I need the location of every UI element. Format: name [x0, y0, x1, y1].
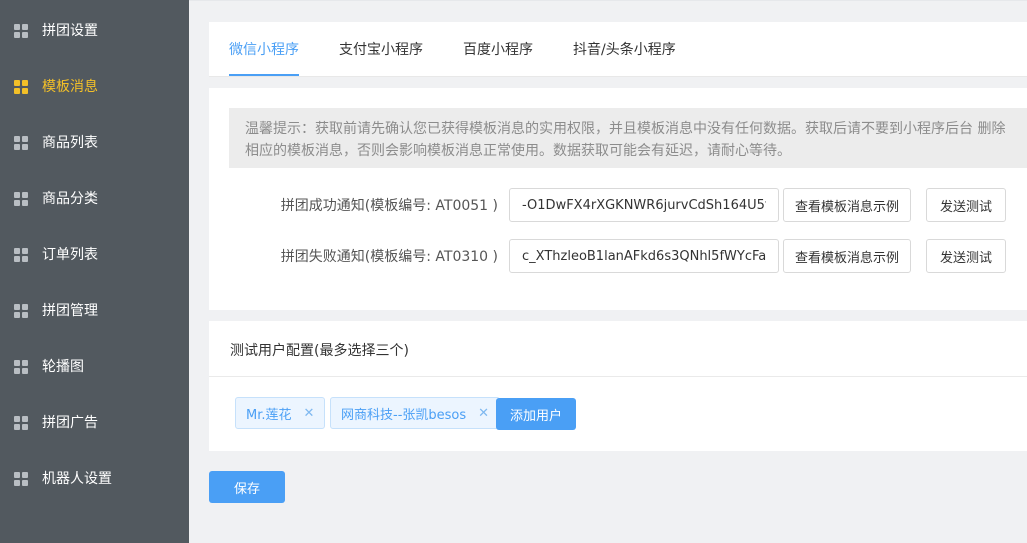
sidebar-item-robot-settings[interactable]: 机器人设置	[0, 450, 189, 506]
sidebar-item-group-ads[interactable]: 拼团广告	[0, 394, 189, 450]
sidebar-item-label: 拼团设置	[42, 23, 98, 39]
grid-icon	[14, 360, 28, 374]
template-label: 拼团成功通知(模板编号: AT0051 )	[280, 198, 498, 214]
sidebar-item-group-management[interactable]: 拼团管理	[0, 282, 189, 338]
user-tag: 网商科技--张凯besos ✕	[330, 397, 501, 429]
sidebar-item-label: 机器人设置	[42, 471, 112, 487]
test-user-title: 测试用户配置(最多选择三个)	[230, 343, 409, 359]
template-card: 温馨提示：获取前请先确认您已获得模板消息的实用权限，并且模板消息中没有任何数据。…	[209, 88, 1027, 310]
grid-icon	[14, 248, 28, 262]
sidebar-item-label: 拼团管理	[42, 303, 98, 319]
test-user-card: 测试用户配置(最多选择三个) Mr.莲花 ✕ 网商科技--张凯besos ✕ 添…	[209, 321, 1027, 451]
template-id-input[interactable]	[509, 239, 779, 273]
template-id-input[interactable]	[509, 188, 779, 222]
sidebar-item-label: 订单列表	[42, 247, 98, 263]
tab-baidu[interactable]: 百度小程序	[463, 39, 533, 59]
send-test-button[interactable]: 发送测试	[926, 239, 1006, 273]
sidebar-item-template-messages[interactable]: 模板消息	[0, 58, 189, 114]
user-tag-label: Mr.莲花	[246, 407, 292, 423]
tab-wechat[interactable]: 微信小程序	[229, 39, 299, 59]
sidebar-item-label: 轮播图	[42, 359, 84, 375]
sidebar-item-carousel[interactable]: 轮播图	[0, 338, 189, 394]
user-tag-label: 网商科技--张凯besos	[341, 407, 467, 423]
close-icon[interactable]: ✕	[478, 406, 489, 421]
sidebar-item-label: 商品列表	[42, 135, 98, 151]
template-label: 拼团失败通知(模板编号: AT0310 )	[280, 249, 498, 265]
template-row-failure: 拼团失败通知(模板编号: AT0310 ) 查看模板消息示例 发送测试	[209, 239, 1027, 273]
grid-icon	[14, 136, 28, 150]
grid-icon	[14, 304, 28, 318]
sidebar-item-label: 拼团广告	[42, 415, 98, 431]
card-divider	[209, 376, 1027, 377]
grid-icon	[14, 80, 28, 94]
sidebar-item-group-settings[interactable]: 拼团设置	[0, 2, 189, 58]
grid-icon	[14, 24, 28, 38]
tabs-divider	[209, 76, 1027, 77]
grid-icon	[14, 416, 28, 430]
grid-icon	[14, 192, 28, 206]
template-row-success: 拼团成功通知(模板编号: AT0051 ) 查看模板消息示例 发送测试	[209, 188, 1027, 222]
grid-icon	[14, 472, 28, 486]
main-content: 微信小程序 支付宝小程序 百度小程序 抖音/头条小程序 温馨提示：获取前请先确认…	[189, 0, 1027, 543]
top-divider	[189, 0, 1027, 1]
send-test-button[interactable]: 发送测试	[926, 188, 1006, 222]
sidebar: 拼团设置 模板消息 商品列表 商品分类 订单列表 拼团管理 轮播图 拼团广告 机…	[0, 0, 189, 543]
user-tag: Mr.莲花 ✕	[235, 397, 326, 429]
sidebar-item-order-list[interactable]: 订单列表	[0, 226, 189, 282]
sidebar-item-label: 模板消息	[42, 79, 98, 95]
sidebar-item-product-category[interactable]: 商品分类	[0, 170, 189, 226]
notice-banner: 温馨提示：获取前请先确认您已获得模板消息的实用权限，并且模板消息中没有任何数据。…	[229, 108, 1027, 168]
platform-tabs: 微信小程序 支付宝小程序 百度小程序 抖音/头条小程序	[209, 22, 1027, 77]
view-example-button[interactable]: 查看模板消息示例	[783, 188, 911, 222]
tab-alipay[interactable]: 支付宝小程序	[339, 39, 423, 59]
view-example-button[interactable]: 查看模板消息示例	[783, 239, 911, 273]
tab-douyin[interactable]: 抖音/头条小程序	[573, 39, 676, 59]
add-user-button[interactable]: 添加用户	[496, 398, 576, 430]
sidebar-item-product-list[interactable]: 商品列表	[0, 114, 189, 170]
save-button[interactable]: 保存	[209, 471, 285, 503]
close-icon[interactable]: ✕	[304, 406, 315, 421]
sidebar-item-label: 商品分类	[42, 191, 98, 207]
